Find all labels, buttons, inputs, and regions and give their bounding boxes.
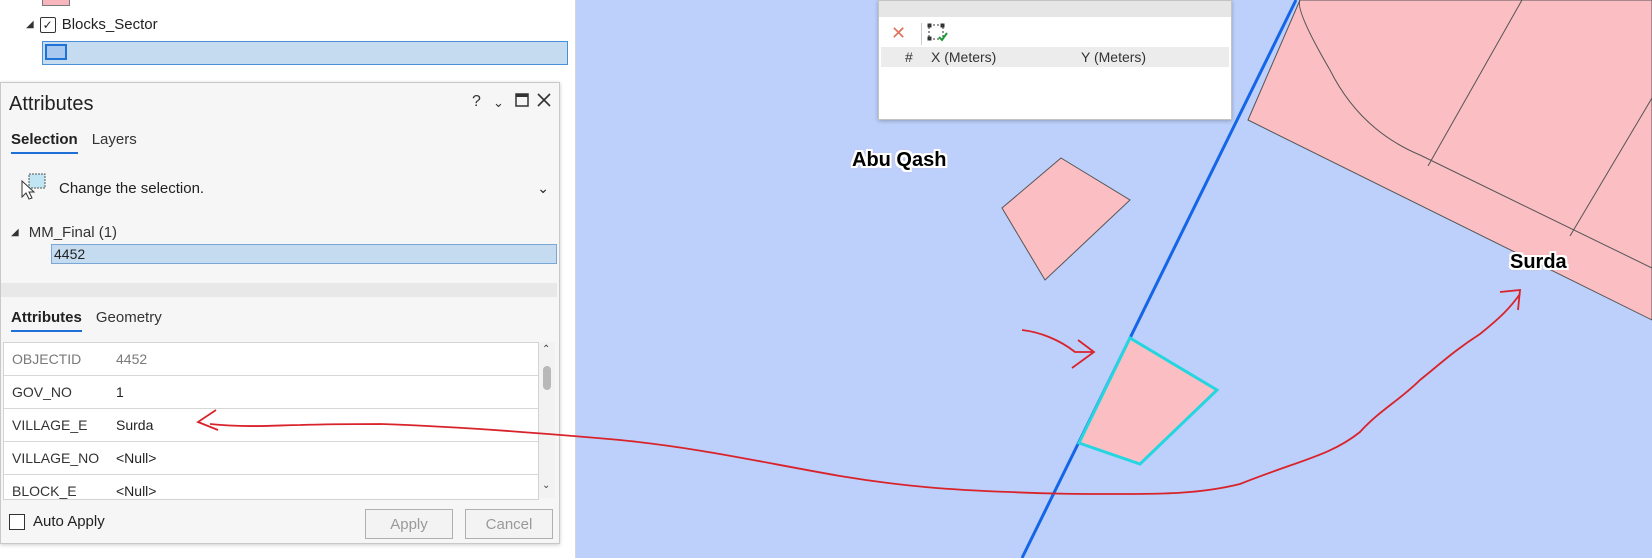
auto-apply-checkbox[interactable] [9, 513, 25, 530]
edit-vertices-icon[interactable] [927, 23, 949, 48]
attributes-title: Attributes [9, 93, 94, 115]
table-row[interactable]: GOV_NO 1 [4, 376, 538, 409]
toolbar-divider [921, 23, 922, 45]
tree-layer-label: MM_Final (1) [28, 224, 118, 241]
tree-feature-item[interactable]: 4452 [51, 244, 557, 264]
field-name: VILLAGE_E [12, 417, 88, 433]
map-label-surda: Surda [1510, 251, 1567, 273]
close-icon[interactable] [537, 93, 551, 112]
coordinate-window-titlebar[interactable] [879, 1, 1231, 17]
chevron-down-icon[interactable]: ⌄ [537, 180, 549, 197]
map-label-abu-qash: Abu Qash [852, 149, 947, 171]
selection-cursor-icon [19, 171, 49, 205]
collapse-triangle-icon[interactable]: ◢ [11, 227, 19, 238]
table-row[interactable]: VILLAGE_NO <Null> [4, 442, 538, 475]
table-row[interactable]: OBJECTID 4452 [4, 343, 538, 376]
field-name: VILLAGE_NO [12, 450, 100, 466]
auto-apply-label: Auto Apply [33, 513, 105, 530]
toc-layer-row[interactable]: ◢ ✓ Blocks_Sector [26, 16, 158, 33]
parcel-polygon [1247, 0, 1652, 321]
cancel-button[interactable]: Cancel [465, 509, 553, 539]
contents-pane: ◢ ✓ Blocks_Sector Attributes ? ⌄ Selecti… [0, 0, 576, 558]
pane-divider [1, 283, 557, 297]
field-value[interactable]: 4452 [112, 351, 147, 367]
coordinate-table-header: # X (Meters) Y (Meters) [881, 47, 1229, 67]
selected-parcel [1076, 335, 1220, 466]
attributes-footer: Auto Apply Apply Cancel [1, 501, 557, 541]
maximize-icon[interactable] [515, 93, 529, 112]
layer-symbol-row[interactable] [42, 41, 568, 65]
apply-button[interactable]: Apply [365, 509, 453, 539]
auto-apply-toggle[interactable]: Auto Apply [9, 513, 105, 530]
tab-layers[interactable]: Layers [92, 131, 137, 154]
table-row[interactable]: BLOCK_E <Null> [4, 475, 538, 499]
layer-name: Blocks_Sector [61, 16, 158, 33]
detail-tabs: Attributes Geometry [11, 309, 162, 332]
field-name: GOV_NO [12, 384, 72, 400]
delete-x-icon[interactable]: ✕ [891, 23, 906, 44]
layer-visibility-checkbox[interactable]: ✓ [39, 16, 56, 33]
table-row[interactable]: VILLAGE_E Surda [4, 409, 538, 442]
column-y[interactable]: Y (Meters) [1081, 49, 1146, 65]
legend-swatch [42, 0, 70, 6]
scroll-thumb[interactable] [543, 366, 551, 390]
coordinate-window: ✕ # X (Meters) Y (Meters) [878, 0, 1232, 120]
field-value[interactable]: Surda [112, 417, 153, 433]
field-name: BLOCK_E [12, 483, 77, 499]
chevron-down-icon[interactable]: ⌄ [493, 95, 504, 111]
parcel-polygon [1001, 157, 1131, 281]
column-x[interactable]: X (Meters) [931, 49, 996, 65]
selection-tabs: Selection Layers [11, 131, 137, 154]
attribute-scrollbar[interactable]: ⌃ ⌄ [539, 342, 555, 498]
change-selection-dropdown[interactable]: Change the selection. ⌄ [19, 173, 549, 201]
column-index: # [905, 49, 913, 65]
tab-geometry[interactable]: Geometry [96, 309, 162, 332]
field-value[interactable]: <Null> [112, 483, 156, 499]
tab-attributes[interactable]: Attributes [11, 309, 82, 332]
attribute-table: OBJECTID 4452 GOV_NO 1 VILLAGE_E Surda V… [3, 342, 539, 500]
scroll-up-icon[interactable]: ⌃ [542, 344, 550, 355]
field-value[interactable]: <Null> [112, 450, 156, 466]
attributes-pane: Attributes ? ⌄ Selection Layers Change t… [0, 82, 560, 544]
field-value[interactable]: 1 [112, 384, 124, 400]
help-icon[interactable]: ? [472, 93, 481, 111]
layer-symbol-swatch [45, 44, 67, 60]
scroll-down-icon[interactable]: ⌄ [542, 480, 550, 491]
tree-layer-row[interactable]: ◢ MM_Final (1) [11, 224, 117, 241]
collapse-triangle-icon[interactable]: ◢ [26, 19, 34, 30]
field-name: OBJECTID [12, 351, 82, 367]
tab-selection[interactable]: Selection [11, 131, 78, 154]
change-selection-label: Change the selection. [59, 179, 205, 197]
